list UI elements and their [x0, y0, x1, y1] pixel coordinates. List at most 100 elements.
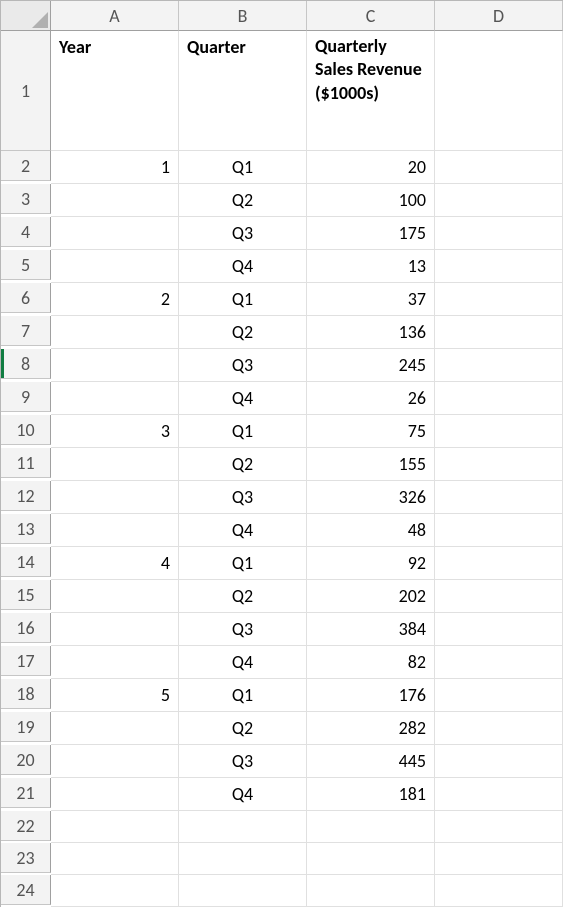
cell-D21[interactable] [435, 778, 563, 811]
row-header-1[interactable]: 1 [1, 31, 51, 151]
cell-A9[interactable] [51, 382, 179, 415]
cell-C11[interactable]: 155 [307, 448, 435, 481]
cell-B5[interactable]: Q4 [179, 250, 307, 283]
cell-D17[interactable] [435, 646, 563, 679]
row-header-21[interactable]: 21 [1, 778, 51, 808]
cell-B19[interactable]: Q2 [179, 712, 307, 745]
cell-B18[interactable]: Q1 [179, 679, 307, 712]
cell-B9[interactable]: Q4 [179, 382, 307, 415]
row-header-13[interactable]: 13 [1, 514, 51, 544]
cell-C4[interactable]: 175 [307, 217, 435, 250]
cell-B1[interactable]: Quarter [179, 31, 307, 151]
cell-B10[interactable]: Q1 [179, 415, 307, 448]
col-header-C[interactable]: C [307, 1, 435, 31]
cell-C15[interactable]: 202 [307, 580, 435, 613]
row-header-10[interactable]: 10 [1, 415, 51, 445]
row-header-3[interactable]: 3 [1, 184, 51, 214]
cell-A6[interactable]: 2 [51, 283, 179, 316]
cell-A21[interactable] [51, 778, 179, 811]
cell-C9[interactable]: 26 [307, 382, 435, 415]
select-all-corner[interactable] [1, 1, 51, 31]
cell-B15[interactable]: Q2 [179, 580, 307, 613]
cell-C12[interactable]: 326 [307, 481, 435, 514]
cell-A17[interactable] [51, 646, 179, 679]
row-header-4[interactable]: 4 [1, 217, 51, 247]
cell-C14[interactable]: 92 [307, 547, 435, 580]
cell-D4[interactable] [435, 217, 563, 250]
cell-A15[interactable] [51, 580, 179, 613]
cell-A4[interactable] [51, 217, 179, 250]
cell-A8[interactable] [51, 349, 179, 382]
cell-B22[interactable] [179, 811, 307, 843]
cell-D23[interactable] [435, 843, 563, 875]
col-header-D[interactable]: D [435, 1, 563, 31]
cell-B20[interactable]: Q3 [179, 745, 307, 778]
cell-B16[interactable]: Q3 [179, 613, 307, 646]
row-header-12[interactable]: 12 [1, 481, 51, 511]
cell-C3[interactable]: 100 [307, 184, 435, 217]
cell-D1[interactable] [435, 31, 563, 151]
row-header-11[interactable]: 11 [1, 448, 51, 478]
row-header-7[interactable]: 7 [1, 316, 51, 346]
cell-D13[interactable] [435, 514, 563, 547]
cell-B21[interactable]: Q4 [179, 778, 307, 811]
cell-A12[interactable] [51, 481, 179, 514]
cell-A20[interactable] [51, 745, 179, 778]
cell-C7[interactable]: 136 [307, 316, 435, 349]
cell-A5[interactable] [51, 250, 179, 283]
cell-D15[interactable] [435, 580, 563, 613]
cell-A1[interactable]: Year [51, 31, 179, 151]
cell-B7[interactable]: Q2 [179, 316, 307, 349]
cell-A7[interactable] [51, 316, 179, 349]
cell-D8[interactable] [435, 349, 563, 382]
row-header-14[interactable]: 14 [1, 547, 51, 577]
cell-D12[interactable] [435, 481, 563, 514]
cell-A2[interactable]: 1 [51, 151, 179, 184]
cell-A22[interactable] [51, 811, 179, 843]
cell-D10[interactable] [435, 415, 563, 448]
cell-C16[interactable]: 384 [307, 613, 435, 646]
cell-A3[interactable] [51, 184, 179, 217]
cell-D24[interactable] [435, 875, 563, 907]
row-header-22[interactable]: 22 [1, 811, 51, 841]
spreadsheet-grid[interactable]: ABCD 1YearQuarterQuarterly Sales Revenue … [0, 0, 563, 907]
row-header-15[interactable]: 15 [1, 580, 51, 610]
cell-C19[interactable]: 282 [307, 712, 435, 745]
row-header-8[interactable]: 8 [1, 349, 51, 379]
cell-B14[interactable]: Q1 [179, 547, 307, 580]
cell-A14[interactable]: 4 [51, 547, 179, 580]
col-header-A[interactable]: A [51, 1, 179, 31]
row-header-9[interactable]: 9 [1, 382, 51, 412]
cell-D6[interactable] [435, 283, 563, 316]
cell-C1[interactable]: Quarterly Sales Revenue ($1000s) [307, 31, 435, 151]
cell-D20[interactable] [435, 745, 563, 778]
row-header-2[interactable]: 2 [1, 151, 51, 181]
cell-C21[interactable]: 181 [307, 778, 435, 811]
cell-C13[interactable]: 48 [307, 514, 435, 547]
cell-D19[interactable] [435, 712, 563, 745]
cell-A24[interactable] [51, 875, 179, 907]
cell-B12[interactable]: Q3 [179, 481, 307, 514]
cell-C23[interactable] [307, 843, 435, 875]
cell-C20[interactable]: 445 [307, 745, 435, 778]
cell-B11[interactable]: Q2 [179, 448, 307, 481]
cell-C22[interactable] [307, 811, 435, 843]
row-header-24[interactable]: 24 [1, 875, 51, 905]
row-header-23[interactable]: 23 [1, 843, 51, 873]
row-header-6[interactable]: 6 [1, 283, 51, 313]
row-header-18[interactable]: 18 [1, 679, 51, 709]
cell-C6[interactable]: 37 [307, 283, 435, 316]
cell-D18[interactable] [435, 679, 563, 712]
cell-D9[interactable] [435, 382, 563, 415]
cell-C10[interactable]: 75 [307, 415, 435, 448]
col-header-B[interactable]: B [179, 1, 307, 31]
cell-D2[interactable] [435, 151, 563, 184]
cell-D5[interactable] [435, 250, 563, 283]
cell-B2[interactable]: Q1 [179, 151, 307, 184]
cell-A10[interactable]: 3 [51, 415, 179, 448]
row-header-19[interactable]: 19 [1, 712, 51, 742]
row-header-20[interactable]: 20 [1, 745, 51, 775]
cell-A11[interactable] [51, 448, 179, 481]
cell-C24[interactable] [307, 875, 435, 907]
cell-A13[interactable] [51, 514, 179, 547]
